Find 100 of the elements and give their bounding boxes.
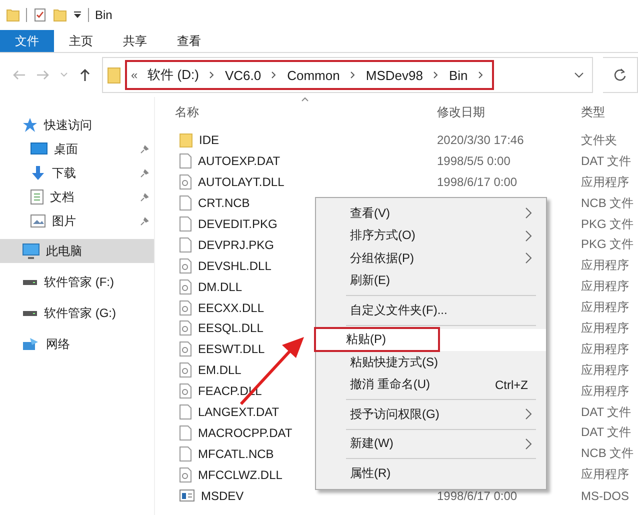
pin-icon[interactable]: [140, 144, 150, 154]
file-icon: [179, 153, 192, 170]
column-header[interactable]: 名称: [175, 104, 199, 121]
menu-item[interactable]: 授予访问权限(G): [316, 403, 546, 426]
menu-item[interactable]: 刷新(E): [316, 270, 546, 292]
sidebar-item[interactable]: 网络: [0, 332, 154, 356]
gear-file-icon: [179, 383, 192, 400]
file-name[interactable]: AUTOLAYT.DLL: [198, 175, 284, 190]
sidebar-item[interactable]: 图片: [0, 209, 154, 233]
file-name[interactable]: AUTOEXP.DAT: [198, 154, 280, 168]
menu-item[interactable]: 粘贴快捷方式(S): [316, 351, 546, 374]
window-title: Bin: [95, 8, 112, 22]
menu-item[interactable]: 新建(W): [316, 432, 546, 455]
pin-icon[interactable]: [140, 216, 150, 226]
file-name[interactable]: EESQL.DLL: [198, 321, 264, 336]
menu-item[interactable]: 撤消 重命名(U) Ctrl+Z: [316, 374, 546, 396]
type-cell: 应用程序: [581, 320, 629, 337]
file-name[interactable]: CRT.NCB: [198, 196, 250, 210]
type-cell: DAT 文件: [581, 152, 632, 170]
chevron-right-icon[interactable]: [350, 71, 356, 79]
sidebar-item[interactable]: 下载: [0, 161, 154, 185]
refresh-button[interactable]: [603, 57, 638, 93]
breadcrumb-segment[interactable]: VC6.0: [224, 68, 262, 82]
date-cell: 2020/3/30 17:46: [437, 133, 524, 148]
menu-item[interactable]: 属性(R): [316, 462, 546, 484]
chevron-right-icon[interactable]: [208, 71, 215, 79]
sidebar-item[interactable]: 软件管家 (G:): [0, 301, 154, 325]
pin-icon[interactable]: [140, 168, 150, 178]
sidebar-item[interactable]: 快速访问: [0, 113, 154, 137]
sidebar-item[interactable]: 文档: [0, 185, 154, 209]
address-bar[interactable]: « 软件 (D:) VC6.0 Common MSDev98 Bin: [102, 57, 593, 93]
file-name[interactable]: LANGEXT.DAT: [198, 405, 280, 420]
chevron-right-icon: [525, 230, 532, 242]
type-cell: 文件夹: [581, 132, 617, 149]
file-name[interactable]: EM.DLL: [198, 363, 242, 378]
file-name[interactable]: MFCCLWZ.DLL: [198, 468, 282, 482]
overflow-chevron[interactable]: «: [131, 68, 138, 82]
network-icon: [22, 336, 40, 352]
pin-icon[interactable]: [140, 192, 150, 202]
menu-item[interactable]: 分组依据(P): [316, 247, 546, 270]
desktop-icon: [30, 142, 48, 156]
properties-icon[interactable]: [33, 8, 47, 22]
type-cell: 应用程序: [581, 257, 629, 274]
chevron-right-icon: [525, 408, 532, 420]
folder-icon: [107, 66, 121, 84]
sidebar-item[interactable]: 桌面: [0, 137, 154, 161]
date-cell: 1998/5/5 0:00: [437, 154, 510, 168]
up-arrow-icon[interactable]: [78, 68, 92, 82]
file-icon: [179, 424, 192, 441]
file-name[interactable]: DEVSHL.DLL: [198, 258, 272, 273]
file-icon: [179, 236, 192, 253]
ribbon-tab[interactable]: 主页: [54, 30, 108, 52]
type-cell: 应用程序: [581, 299, 629, 316]
chevron-right-icon[interactable]: [432, 71, 439, 79]
type-cell: 应用程序: [581, 340, 629, 358]
dropdown-icon[interactable]: [73, 10, 82, 20]
file-icon: [179, 404, 192, 420]
chevron-right-icon[interactable]: [478, 71, 484, 79]
file-name[interactable]: EECXX.DLL: [198, 300, 264, 315]
type-cell: PKG 文件: [581, 236, 634, 254]
breadcrumb-segment[interactable]: Common: [287, 68, 340, 82]
menu-item[interactable]: 排序方式(O): [316, 224, 546, 247]
monitor-icon: [22, 243, 40, 259]
sidebar-item[interactable]: 此电脑: [0, 239, 154, 263]
file-name[interactable]: DEVEDIT.PKG: [198, 217, 278, 231]
file-name[interactable]: EESWT.DLL: [198, 342, 265, 356]
menu-item[interactable]: 自定义文件夹(F)...: [316, 299, 546, 322]
sidebar-item[interactable]: 软件管家 (F:): [0, 270, 154, 294]
chevron-down-icon[interactable]: [574, 72, 584, 78]
column-header[interactable]: 修改日期: [437, 104, 485, 121]
breadcrumb-segment[interactable]: Bin: [448, 68, 468, 82]
file-name[interactable]: MSDEV: [201, 488, 244, 503]
type-cell: DAT 文件: [581, 404, 632, 421]
ribbon-tab[interactable]: 共享: [108, 30, 162, 52]
ribbon-tab[interactable]: 文件: [0, 30, 54, 52]
menu-item[interactable]: 查看(V): [316, 202, 546, 224]
file-icon: [179, 216, 192, 232]
date-cell: 1998/6/17 0:00: [437, 488, 518, 503]
download-icon: [30, 165, 46, 181]
menu-item[interactable]: 粘贴(P): [316, 328, 546, 351]
gear-file-icon: [179, 300, 192, 316]
column-header[interactable]: 类型: [581, 104, 605, 121]
drive-icon: [22, 309, 38, 317]
gear-file-icon: [179, 466, 192, 483]
chevron-right-icon[interactable]: [271, 71, 278, 79]
file-name[interactable]: DM.DLL: [198, 280, 242, 294]
type-cell: 应用程序: [581, 174, 629, 191]
document-icon: [30, 189, 44, 205]
file-name[interactable]: MACROCPP.DAT: [198, 426, 292, 440]
drive-icon: [22, 278, 38, 286]
chevron-right-icon: [525, 207, 532, 220]
file-name[interactable]: DEVPRJ.PKG: [198, 238, 274, 252]
file-name[interactable]: IDE: [199, 133, 220, 148]
type-cell: 应用程序: [581, 466, 629, 484]
type-cell: 应用程序: [581, 278, 629, 296]
file-name[interactable]: MFCATL.NCB: [198, 446, 274, 461]
ribbon-tab[interactable]: 查看: [162, 30, 216, 52]
breadcrumb-segment[interactable]: MSDev98: [366, 68, 423, 82]
breadcrumb-segment[interactable]: 软件 (D:): [148, 66, 199, 84]
gear-file-icon: [179, 278, 192, 295]
